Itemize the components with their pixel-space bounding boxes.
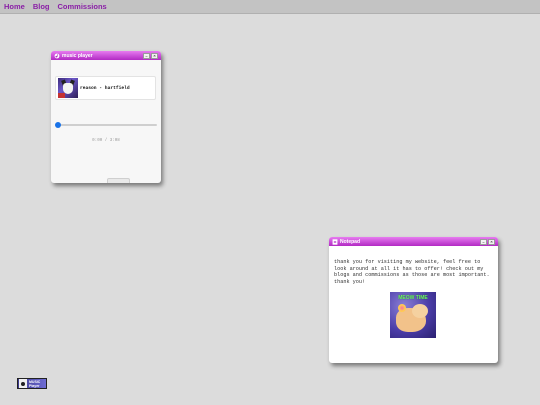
top-nav: Home Blog Commissions (0, 0, 540, 14)
badge-line2: Player (29, 383, 40, 388)
music-player-window: music player – × reason - hartfield 0:00… (51, 51, 161, 183)
notepad-icon (332, 238, 338, 245)
progress-slider[interactable] (57, 124, 157, 126)
nav-link-home[interactable]: Home (4, 2, 25, 11)
music-player-title: music player (62, 52, 93, 59)
music-player-badge[interactable]: MUSIC Player (17, 378, 47, 389)
nav-link-commissions[interactable]: Commissions (58, 2, 107, 11)
notepad-text: thank you for visiting my website, feel … (334, 259, 490, 286)
notepad-title: Notepad (340, 238, 360, 245)
nav-link-blog[interactable]: Blog (33, 2, 50, 11)
badge-label: MUSIC Player (29, 380, 40, 388)
cat-icon (19, 379, 27, 388)
notepad-window: Notepad – × thank you for visiting my we… (329, 237, 498, 363)
music-note-icon (54, 53, 60, 59)
track-card[interactable]: reason - hartfield (55, 76, 156, 100)
image-caption: MEOW TIME (398, 295, 428, 301)
track-title: reason - hartfield (80, 85, 130, 91)
progress-slider-thumb[interactable] (55, 122, 61, 128)
music-player-titlebar[interactable]: music player – × (51, 51, 161, 60)
close-button[interactable]: × (151, 52, 158, 59)
playback-time: 0:00 / 3:08 (92, 139, 120, 143)
minimize-button[interactable]: – (480, 238, 487, 245)
notepad-titlebar[interactable]: Notepad – × (329, 237, 498, 246)
cat-image: MEOW TIME (390, 292, 436, 338)
player-controls-tab[interactable] (107, 178, 130, 183)
album-art (58, 78, 78, 98)
minimize-button[interactable]: – (143, 52, 150, 59)
close-button[interactable]: × (488, 238, 495, 245)
